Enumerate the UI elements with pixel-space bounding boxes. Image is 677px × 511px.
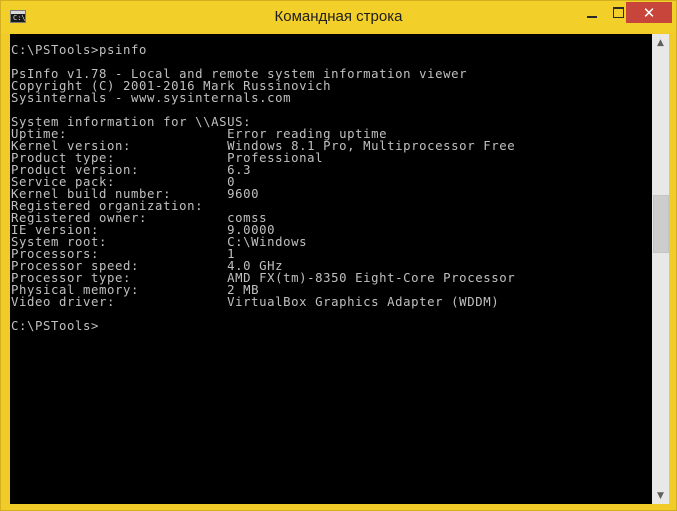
scroll-up-button[interactable]: ▲ — [652, 34, 669, 51]
window-title: Командная строка — [274, 8, 403, 25]
maximize-icon — [612, 7, 624, 18]
console-line: C:\PSTools>psinfo — [11, 43, 148, 57]
scroll-down-icon: ▼ — [657, 490, 664, 501]
console-text: C:\PSTools>psinfo PsInfo v1.78 - Local an… — [11, 44, 515, 332]
close-button[interactable]: ✕ — [626, 2, 672, 23]
close-icon: ✕ — [642, 3, 656, 22]
minimize-icon — [587, 15, 597, 18]
scroll-up-icon: ▲ — [657, 37, 664, 48]
scrollbar-thumb[interactable] — [653, 195, 669, 254]
console-line: C:\PSTools> — [11, 319, 100, 333]
console-output[interactable]: C:\PSTools>psinfo PsInfo v1.78 - Local an… — [10, 34, 652, 504]
console-line: Video driver: VirtualBox Graphics Adapte… — [11, 295, 500, 309]
console-line: Sysinternals - www.sysinternals.com — [11, 91, 292, 105]
title-bar[interactable]: C:\ Командная строка ✕ — [1, 1, 676, 33]
minimize-button[interactable] — [579, 2, 605, 23]
command-prompt-window: C:\ Командная строка ✕ C:\PSTools>psinfo… — [0, 0, 677, 511]
scroll-down-button[interactable]: ▼ — [652, 487, 669, 504]
vertical-scrollbar[interactable]: ▲ ▼ — [652, 34, 669, 504]
